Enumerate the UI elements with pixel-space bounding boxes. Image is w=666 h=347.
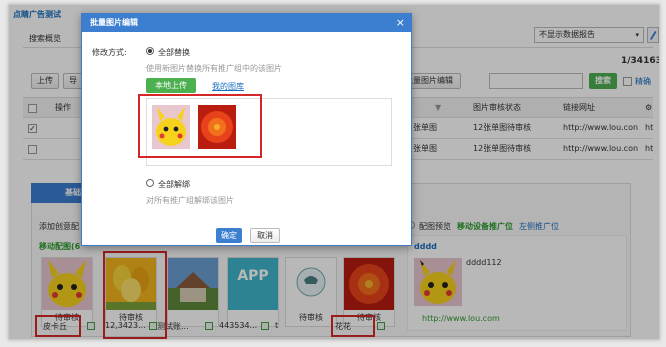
dialog-title: 批量图片编辑 — [82, 14, 411, 32]
confirm-button[interactable]: 确定 — [216, 228, 242, 243]
unbind-radio[interactable] — [146, 179, 154, 187]
cancel-button[interactable]: 取消 — [250, 228, 280, 243]
replace-desc: 使用新图片替换所有推广组中的该图片 — [146, 64, 282, 73]
batch-image-edit-dialog: 批量图片编辑 × 修改方式: 全部替换 使用新图片替换所有推广组中的该图片 本地… — [81, 13, 412, 246]
highlight-box — [138, 94, 262, 158]
unbind-label[interactable]: 全部解绑 — [158, 179, 190, 190]
local-upload-button[interactable]: 本地上传 — [146, 78, 196, 93]
my-gallery-link[interactable]: 我的图库 — [212, 81, 244, 92]
replace-radio[interactable] — [146, 47, 154, 55]
unbind-desc: 对所有推广组解绑该图片 — [146, 196, 234, 205]
replace-label[interactable]: 全部替换 — [158, 47, 190, 58]
mode-label: 修改方式: — [92, 48, 127, 57]
app-window: 点睛广告测试 搜索概览 不显示数据报告 ▾ 1/34163 上传 导 批量图片编… — [8, 4, 660, 340]
close-icon[interactable]: × — [396, 16, 405, 30]
